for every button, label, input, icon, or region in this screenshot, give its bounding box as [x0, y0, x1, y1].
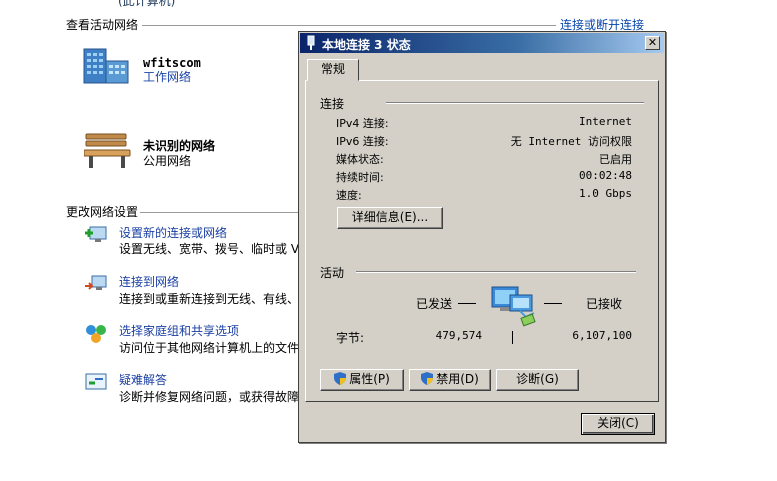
new-connection-icon: [85, 226, 107, 242]
task-description: 连接到或重新连接到无线、有线、: [119, 292, 299, 306]
group-divider: [356, 271, 636, 273]
activity-group-label: 活动: [320, 266, 345, 280]
details-button[interactable]: 详细信息(E)...: [337, 207, 443, 229]
task-link[interactable]: 疑难解答: [119, 371, 167, 388]
ipv4-label: IPv4 连接:: [336, 117, 389, 130]
media-state-label: 媒体状态:: [336, 153, 384, 166]
task-link[interactable]: 设置新的连接或网络: [119, 224, 227, 241]
disable-button[interactable]: 禁用(D): [409, 369, 491, 391]
diagnose-button[interactable]: 诊断(G): [496, 369, 579, 391]
media-state-value: 已启用: [599, 153, 632, 166]
task-link[interactable]: 选择家庭组和共享选项: [119, 322, 239, 339]
network-type-link[interactable]: 工作网络: [143, 68, 191, 85]
dialog-titlebar[interactable]: 本地连接 3 状态 ✕: [300, 33, 664, 53]
speed-label: 速度:: [336, 189, 362, 202]
active-networks-header: 查看活动网络: [66, 18, 139, 32]
tab-general[interactable]: 常规: [307, 59, 359, 81]
connection-group-label: 连接: [320, 97, 345, 111]
uac-shield-icon: [421, 372, 434, 385]
section-divider: [142, 25, 556, 26]
activity-divider: [512, 331, 513, 344]
speed-value: 1.0 Gbps: [579, 187, 632, 200]
connection-status-dialog: 本地连接 3 状态 ✕ 常规 连接 IPv4 连接: Internet IPv6…: [298, 31, 666, 443]
uac-shield-icon: [334, 372, 347, 385]
change-settings-header: 更改网络设置: [66, 205, 139, 219]
group-divider: [386, 102, 644, 104]
duration-label: 持续时间:: [336, 171, 384, 184]
network-adapter-icon: [307, 35, 315, 50]
ipv6-label: IPv6 连接:: [336, 135, 389, 148]
task-description: 访问位于其他网络计算机上的文件: [119, 341, 299, 355]
section-divider: [140, 212, 300, 213]
received-label: 已接收: [586, 297, 623, 311]
properties-label: 属性(P): [349, 372, 390, 386]
close-button[interactable]: 关闭(C): [581, 413, 655, 435]
bytes-sent-value: 479,574: [435, 329, 482, 342]
task-link[interactable]: 连接到网络: [119, 273, 179, 290]
bytes-received-value: 6,107,100: [572, 329, 632, 342]
ipv6-value: 无 Internet 访问权限: [510, 135, 632, 148]
task-description: 设置无线、宽带、拨号、临时或 V: [119, 242, 299, 256]
dialog-title: 本地连接 3 状态: [322, 38, 411, 52]
network-type: 公用网络: [143, 154, 192, 168]
connect-network-icon: [85, 275, 107, 290]
troubleshoot-icon: [85, 373, 107, 390]
general-tab-panel: 连接 IPv4 连接: Internet IPv6 连接: 无 Internet…: [305, 80, 659, 402]
network-computer-icon: [491, 286, 536, 327]
ipv4-value: Internet: [579, 115, 632, 128]
bytes-label: 字节:: [336, 331, 365, 345]
computer-caption: (此计算机): [118, 0, 176, 8]
properties-button[interactable]: 属性(P): [320, 369, 404, 391]
duration-value: 00:02:48: [579, 169, 632, 182]
received-dash: [544, 303, 562, 304]
park-bench-icon: [84, 133, 131, 168]
disable-label: 禁用(D): [436, 372, 479, 386]
office-building-icon: [83, 48, 129, 84]
sent-label: 已发送: [416, 297, 453, 311]
close-icon[interactable]: ✕: [645, 36, 660, 50]
homegroup-icon: [86, 325, 106, 343]
sent-dash: [458, 303, 476, 304]
task-description: 诊断并修复网络问题，或获得故障: [119, 390, 299, 404]
